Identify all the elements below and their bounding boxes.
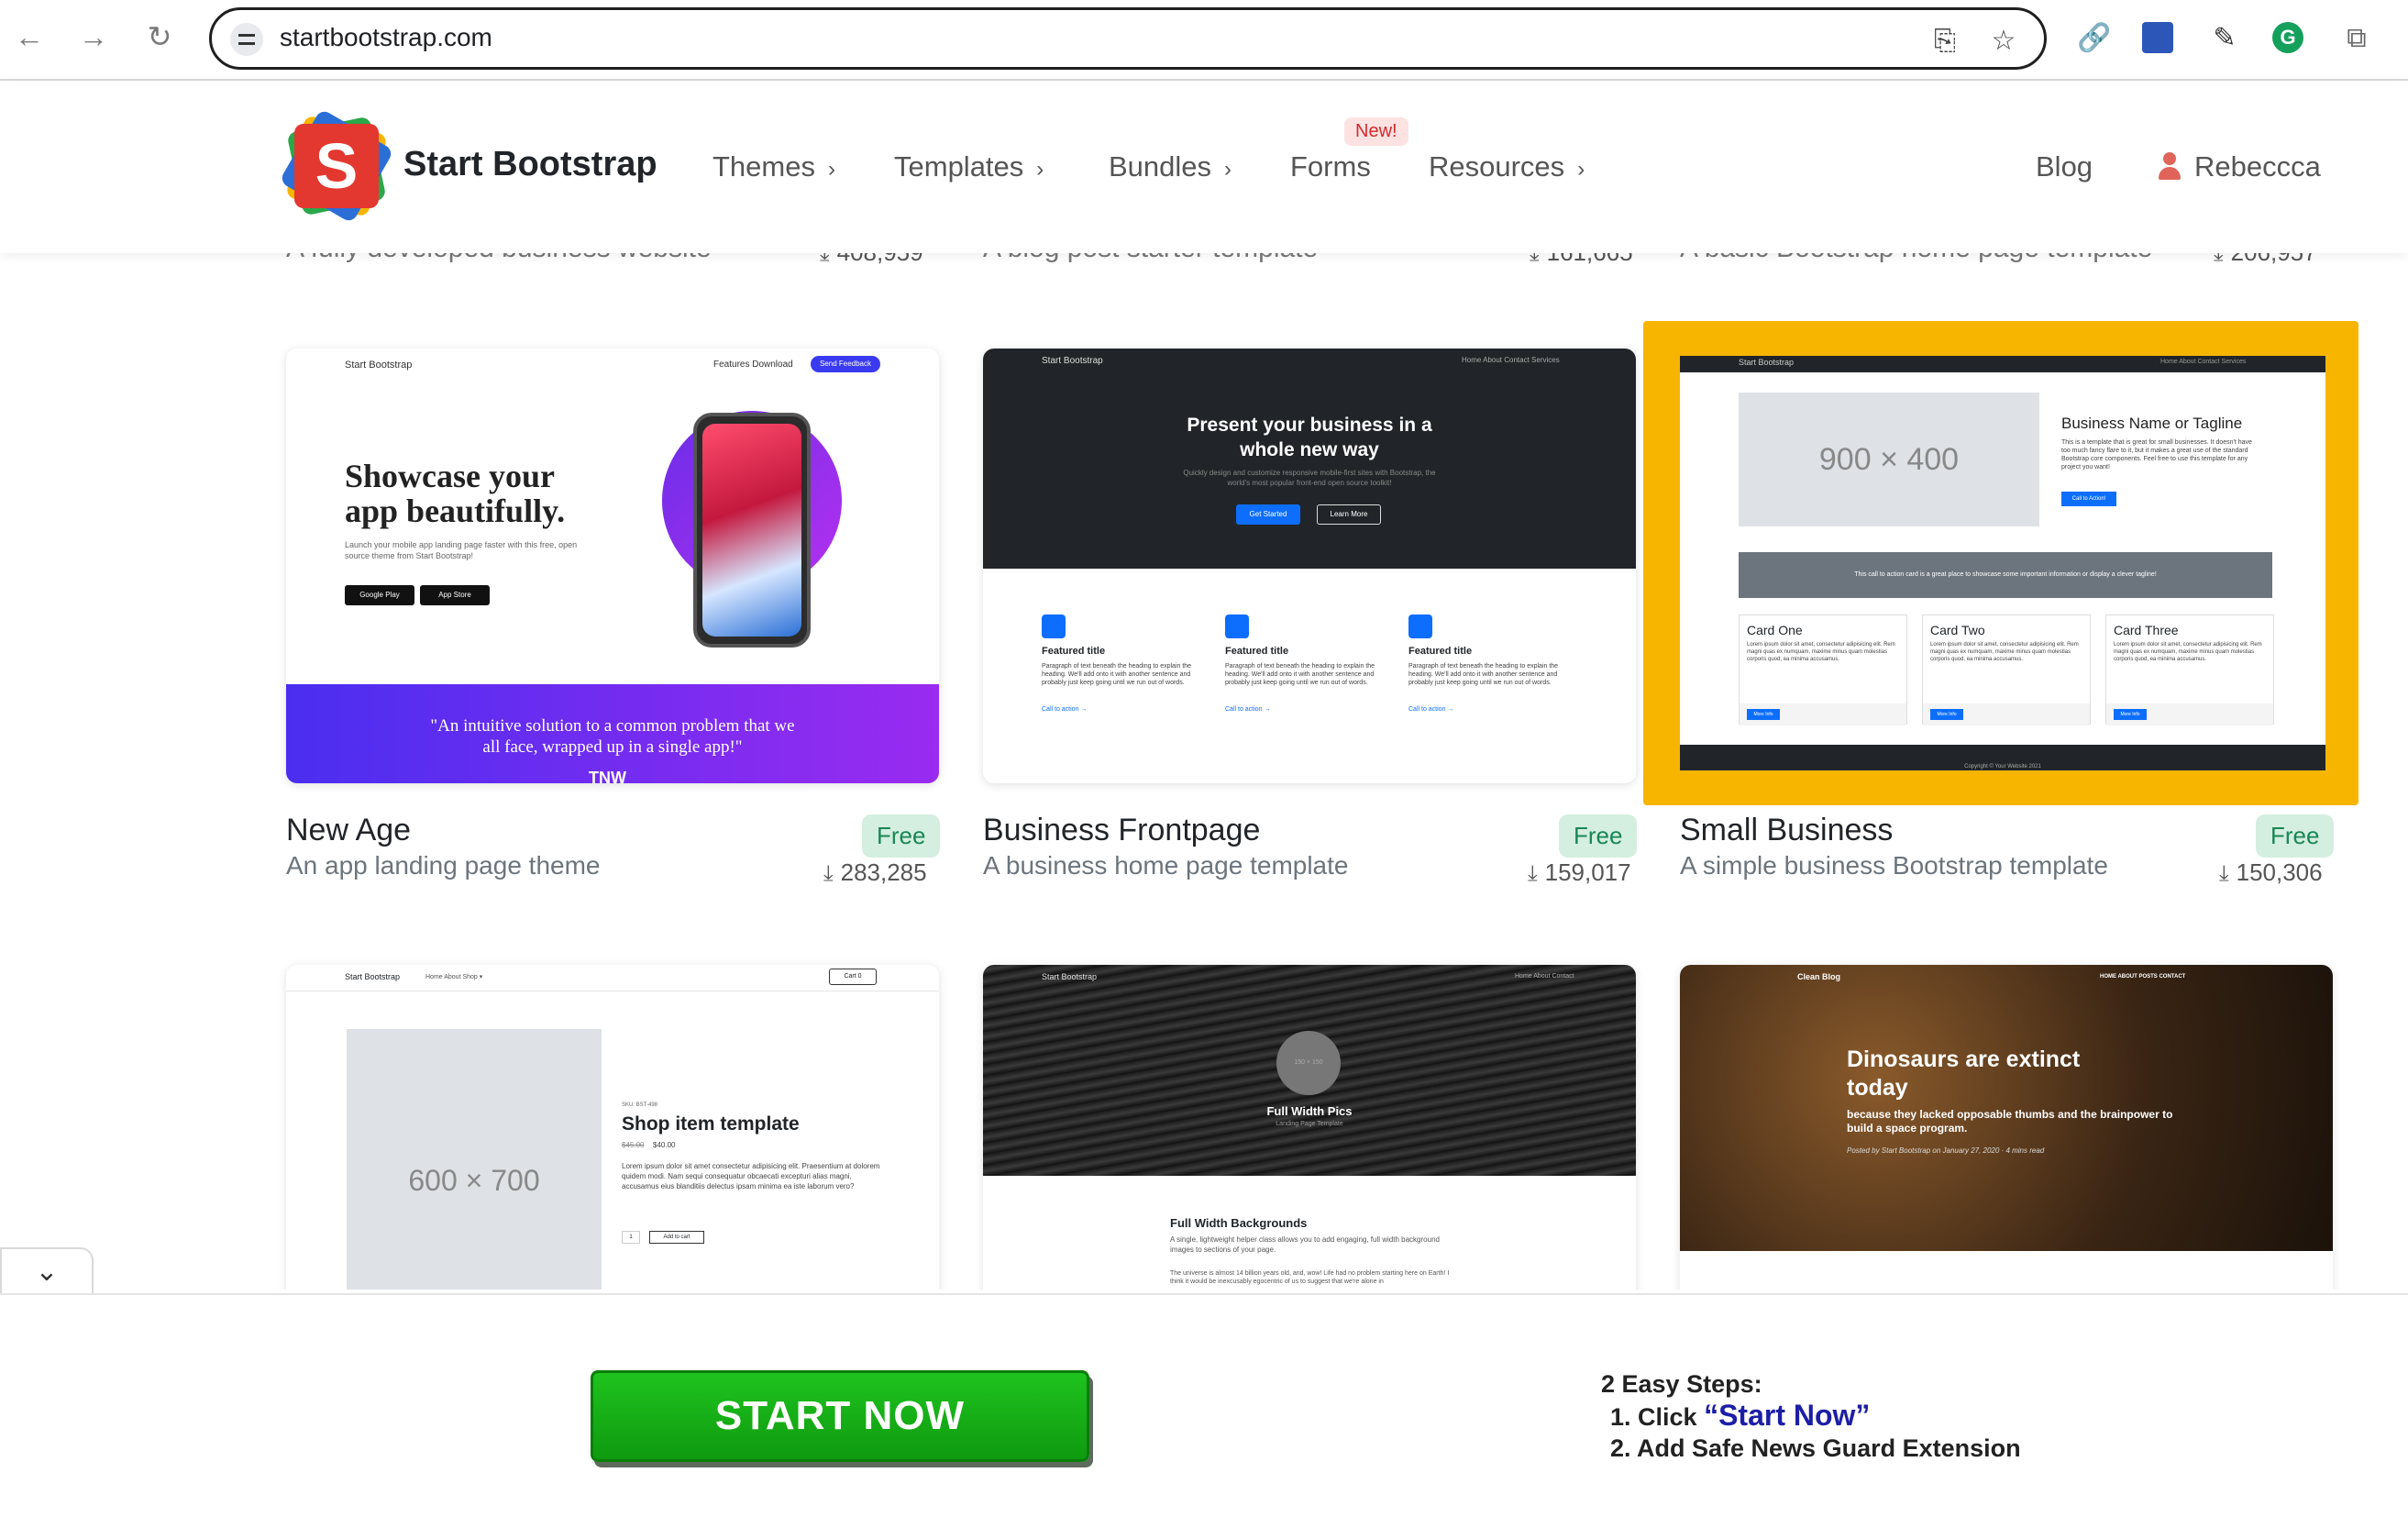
grammarly-icon[interactable]: G [2272, 22, 2303, 53]
prev-card-desc: A blog post starter template [983, 253, 1318, 264]
prev-card-downloads: ⤓206,957 [2214, 253, 2317, 267]
address-bar[interactable]: startbootstrap.com ⎘ ☆ [209, 7, 2047, 70]
full-width-pics-thumbnail[interactable]: Start Bootstrap Home About Contact 150 ×… [983, 965, 1636, 1290]
chevron-right-icon: › [1577, 157, 1585, 182]
download-icon: ⤓ [820, 253, 830, 266]
download-count: ⤓ 150,306 [2219, 858, 2323, 886]
new-badge: New! [1344, 117, 1408, 146]
user-icon [2157, 152, 2182, 183]
chevron-right-icon: › [827, 157, 835, 182]
prev-card-downloads: ⤓161,665 [1530, 253, 1633, 267]
card-title[interactable]: Small Business [1680, 813, 1893, 848]
install-app-icon[interactable]: ⎘ [1927, 23, 1963, 60]
bookmark-star-icon[interactable]: ☆ [1985, 23, 2022, 60]
shop-item-thumbnail[interactable]: Start Bootstrap Home About Shop ▾ Cart 0… [286, 965, 939, 1290]
download-icon: ⤓ [1528, 861, 1538, 886]
collapse-ad-button[interactable]: ⌄ [0, 1247, 94, 1293]
browser-toolbar: ← → ↻ startbootstrap.com ⎘ ☆ 🔗 ✎ G ⧉ [0, 0, 2408, 81]
chevron-right-icon: › [1036, 157, 1044, 182]
download-icon: ⤓ [823, 861, 834, 886]
download-count: ⤓ 283,285 [823, 858, 927, 886]
card-description: A business home page template [983, 851, 1349, 880]
clean-blog-thumbnail[interactable]: Clean Blog HOME ABOUT POSTS CONTACT Dino… [1680, 965, 2333, 1290]
nav-themes[interactable]: Themes › [712, 150, 835, 183]
pencil-extension-icon[interactable]: ✎ [2206, 20, 2243, 57]
link-extension-icon[interactable]: 🔗 [2076, 20, 2113, 57]
nav-templates[interactable]: Templates › [894, 150, 1044, 183]
app-store-badge: App Store [420, 585, 490, 605]
free-badge: Free [862, 814, 941, 858]
chevron-down-icon: ⌄ [35, 1257, 59, 1287]
download-count: ⤓ 159,017 [1528, 858, 1631, 886]
new-age-thumbnail[interactable]: Start Bootstrap Features Download Send F… [286, 349, 939, 783]
prev-card-desc: A basic Bootstrap home page template [1680, 253, 2152, 264]
nav-user[interactable]: Rebeccca [2194, 150, 2321, 183]
phone-mockup [693, 413, 811, 648]
nav-forms[interactable]: Forms [1290, 150, 1371, 183]
extensions-puzzle-icon[interactable]: ⧉ [2338, 20, 2375, 57]
card-title[interactable]: New Age [286, 813, 411, 848]
nav-resources[interactable]: Resources › [1429, 150, 1585, 183]
forward-icon[interactable]: → [75, 18, 112, 55]
ad-banner: START NOW 2 Easy Steps: 1. Click “Start … [0, 1293, 2408, 1528]
site-settings-icon[interactable] [230, 23, 263, 56]
chevron-right-icon: › [1224, 157, 1232, 182]
free-badge: Free [2256, 814, 2335, 858]
back-icon[interactable]: ← [11, 18, 48, 55]
small-business-thumbnail[interactable]: Start Bootstrap Home About Contact Servi… [1680, 356, 2325, 770]
prev-card-desc: A fully developed business website [286, 253, 712, 264]
start-now-button[interactable]: START NOW [591, 1370, 1089, 1462]
reload-icon[interactable]: ↻ [141, 18, 178, 55]
site-navbar: S Start Bootstrap Themes › Templates › Bun… [0, 83, 2408, 253]
url-text[interactable]: startbootstrap.com [280, 23, 492, 52]
brand-name[interactable]: Start Bootstrap [403, 145, 657, 184]
free-badge: Free [1559, 814, 1638, 858]
ad-steps: 2 Easy Steps: 1. Click “Start Now” 2. Ad… [1601, 1370, 2021, 1462]
card-description: A simple business Bootstrap template [1680, 851, 2108, 880]
download-icon: ⤓ [1530, 253, 1540, 266]
template-grid: A fully developed business website ⤓408,… [0, 253, 2408, 1290]
nav-bundles[interactable]: Bundles › [1109, 150, 1232, 183]
download-icon: ⤓ [2219, 861, 2229, 886]
start-bootstrap-logo[interactable]: S [279, 108, 394, 224]
nav-blog[interactable]: Blog [2036, 150, 2093, 183]
card-description: An app landing page theme [286, 851, 601, 880]
download-icon: ⤓ [2214, 253, 2224, 266]
google-play-badge: Google Play [345, 585, 414, 605]
prev-card-downloads: ⤓408,959 [820, 253, 923, 267]
business-frontpage-thumbnail[interactable]: Start Bootstrap Home About Contact Servi… [983, 349, 1636, 783]
app-extension-icon[interactable] [2142, 22, 2173, 53]
card-title[interactable]: Business Frontpage [983, 813, 1260, 848]
